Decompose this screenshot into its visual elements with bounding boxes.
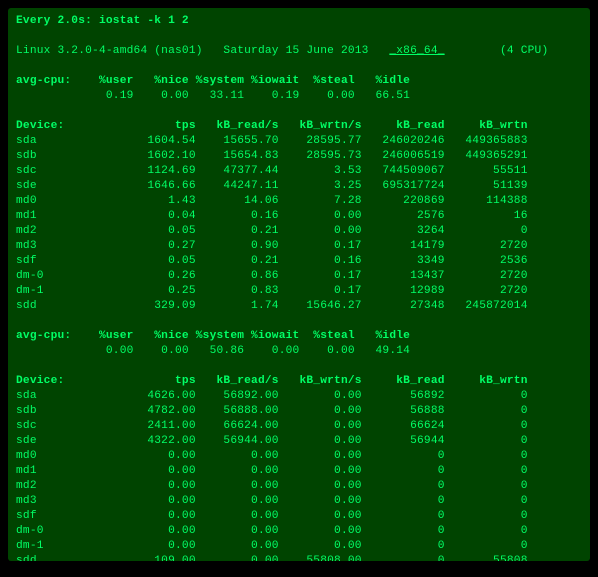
device-row: md3 0.27 0.90 0.17 14179 2720 [16,240,528,252]
cpu-header: avg-cpu: %user %nice %system %iowait %st… [16,75,410,87]
cpu-values: 0.00 0.00 50.86 0.00 0.00 49.14 [16,345,410,357]
device-row: md2 0.00 0.00 0.00 0 0 [16,480,528,492]
device-row: md0 1.43 14.06 7.28 220869 114388 [16,195,528,207]
device-row: md1 0.04 0.16 0.00 2576 16 [16,210,528,222]
device-row: sdd 329.09 1.74 15646.27 27348 245872014 [16,300,528,312]
device-row: md0 0.00 0.00 0.00 0 0 [16,450,528,462]
kernel-line: Linux 3.2.0-4-amd64 (nas01) Saturday 15 … [16,45,548,57]
cpu-values: 0.19 0.00 33.11 0.19 0.00 66.51 [16,90,410,102]
device-row: sde 1646.66 44247.11 3.25 695317724 5113… [16,180,528,192]
device-header: Device: tps kB_read/s kB_wrtn/s kB_read … [16,375,528,387]
device-row: sdc 1124.69 47377.44 3.53 744509067 5551… [16,165,528,177]
device-header: Device: tps kB_read/s kB_wrtn/s kB_read … [16,120,528,132]
cpu-header: avg-cpu: %user %nice %system %iowait %st… [16,330,410,342]
device-row: dm-1 0.00 0.00 0.00 0 0 [16,540,528,552]
device-row: sde 4322.00 56944.00 0.00 56944 0 [16,435,528,447]
device-row: sda 1604.54 15655.70 28595.77 246020246 … [16,135,528,147]
watch-header: Every 2.0s: iostat -k 1 2 [16,15,189,27]
terminal-output: Every 2.0s: iostat -k 1 2 Linux 3.2.0-4-… [8,8,590,561]
device-row: sdf 0.05 0.21 0.16 3349 2536 [16,255,528,267]
device-row: dm-0 0.00 0.00 0.00 0 0 [16,525,528,537]
device-row: sdf 0.00 0.00 0.00 0 0 [16,510,528,522]
device-row: md2 0.05 0.21 0.00 3264 0 [16,225,528,237]
window-frame: Every 2.0s: iostat -k 1 2 Linux 3.2.0-4-… [0,8,598,577]
device-row: sdb 1602.10 15654.83 28595.73 246006519 … [16,150,528,162]
device-row: sdd 109.00 0.00 55808.00 0 55808 [16,555,528,561]
device-row: dm-1 0.25 0.83 0.17 12989 2720 [16,285,528,297]
device-row: sdb 4782.00 56888.00 0.00 56888 0 [16,405,528,417]
device-row: sdc 2411.00 66624.00 0.00 66624 0 [16,420,528,432]
device-row: md3 0.00 0.00 0.00 0 0 [16,495,528,507]
device-row: md1 0.00 0.00 0.00 0 0 [16,465,528,477]
device-row: sda 4626.00 56892.00 0.00 56892 0 [16,390,528,402]
device-row: dm-0 0.26 0.86 0.17 13437 2720 [16,270,528,282]
